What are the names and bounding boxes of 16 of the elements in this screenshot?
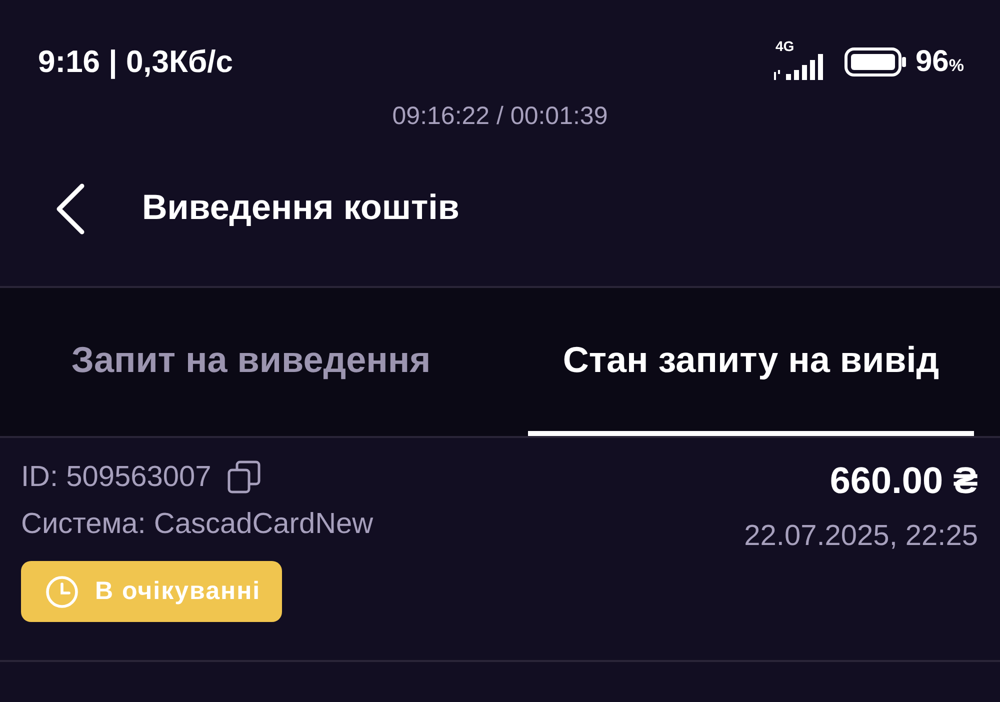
tab[interactable]: Стан запиту на вивід	[528, 288, 974, 436]
status-time: 9:16 | 0,3Кб/с	[38, 44, 233, 80]
back-button[interactable]	[54, 183, 86, 235]
page-title: Виведення коштів	[142, 188, 460, 229]
payment-system: Система: CascadCardNew	[21, 508, 374, 541]
battery-icon	[844, 47, 908, 77]
recording-timer: 09:16:22 / 00:01:39	[391, 101, 609, 132]
request-id: ID: 509563007	[21, 460, 212, 494]
tab[interactable]: Запит на виведення	[28, 288, 474, 436]
battery-percent: 96%	[916, 45, 964, 79]
status-label: В очікуванні	[95, 577, 261, 606]
copy-icon[interactable]	[227, 460, 262, 494]
amount: 660.00 ₴	[830, 460, 978, 502]
network-label: 4G	[776, 38, 794, 54]
request-date: 22.07.2025, 22:25	[744, 520, 978, 553]
clock-icon	[45, 574, 79, 608]
